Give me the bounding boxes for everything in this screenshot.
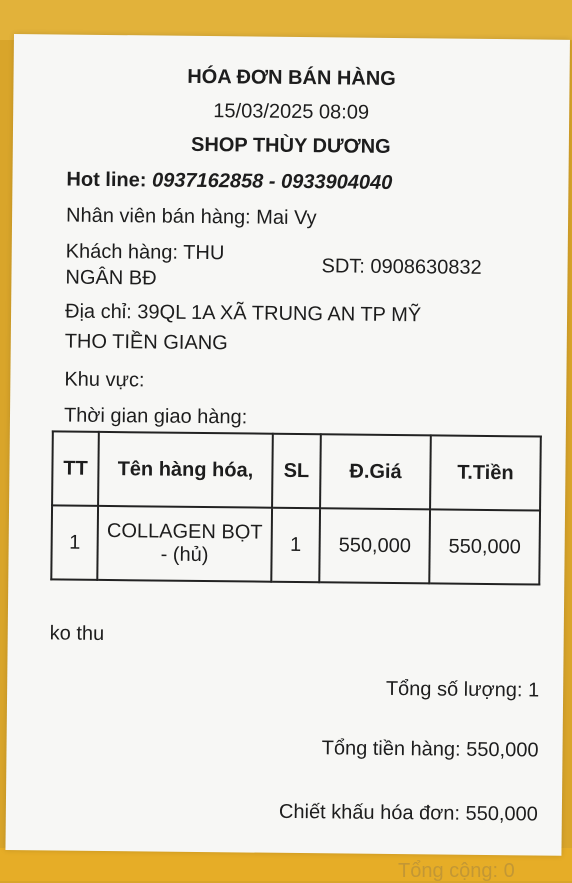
note-line: ko thu — [49, 622, 105, 645]
customer-line-1: Khách hàng: THU — [65, 240, 225, 265]
row-line-total: 550,000 — [429, 509, 541, 585]
header-line-total: T.Tiền — [430, 435, 541, 511]
table-row: 1 COLLAGEN BỌT - (hủ) 1 550,000 550,000 — [51, 505, 541, 585]
address-line-1: Địa chỉ: 39QL 1A XÃ TRUNG AN TP MỸ — [64, 300, 422, 327]
receipt-title: HÓA ĐƠN BÁN HÀNG — [187, 65, 396, 91]
receipt-paper: HÓA ĐƠN BÁN HÀNG 15/03/2025 08:09 SHOP T… — [5, 34, 570, 856]
row-qty: 1 — [271, 507, 321, 583]
row-product-name: COLLAGEN BỌT - (hủ) — [97, 505, 272, 582]
area-line: Khu vực: — [64, 368, 145, 392]
header-unit-price: Đ.Giá — [320, 434, 431, 510]
grand-total-partial: Tổng cộng: 0 — [398, 860, 515, 882]
address-line-2: THO TIỀN GIANG — [64, 330, 228, 355]
shop-name: SHOP THÙY DƯƠNG — [190, 133, 391, 158]
receipt-datetime: 15/03/2025 08:09 — [213, 100, 370, 124]
row-tt: 1 — [51, 505, 99, 580]
hotline-label: Hot line: — [66, 168, 147, 192]
invoice-discount: Chiết khấu hóa đơn: 550,000 — [278, 800, 538, 826]
items-table: TT Tên hàng hóa, SL Đ.Giá T.Tiền 1 COLLA… — [50, 430, 542, 585]
table-header-row: TT Tên hàng hóa, SL Đ.Giá T.Tiền — [52, 431, 541, 511]
row-unit-price: 550,000 — [319, 508, 431, 584]
hotline-value: 0937162858 - 0933904040 — [151, 169, 393, 194]
total-quantity: Tổng số lượng: 1 — [385, 677, 540, 702]
header-qty: SL — [271, 433, 321, 509]
customer-phone: SDT: 0908630832 — [321, 255, 482, 279]
staff-line: Nhân viên bán hàng: Mai Vy — [65, 204, 317, 230]
hotline: Hot line: 0937162858 - 0933904040 — [66, 169, 392, 195]
header-product-name: Tên hàng hóa, — [98, 431, 273, 508]
total-goods: Tổng tiền hàng: 550,000 — [321, 737, 539, 762]
header-tt: TT — [52, 431, 99, 506]
customer-line-2: NGÂN BĐ — [65, 266, 157, 290]
delivery-time-line: Thời gian giao hàng: — [63, 404, 248, 429]
